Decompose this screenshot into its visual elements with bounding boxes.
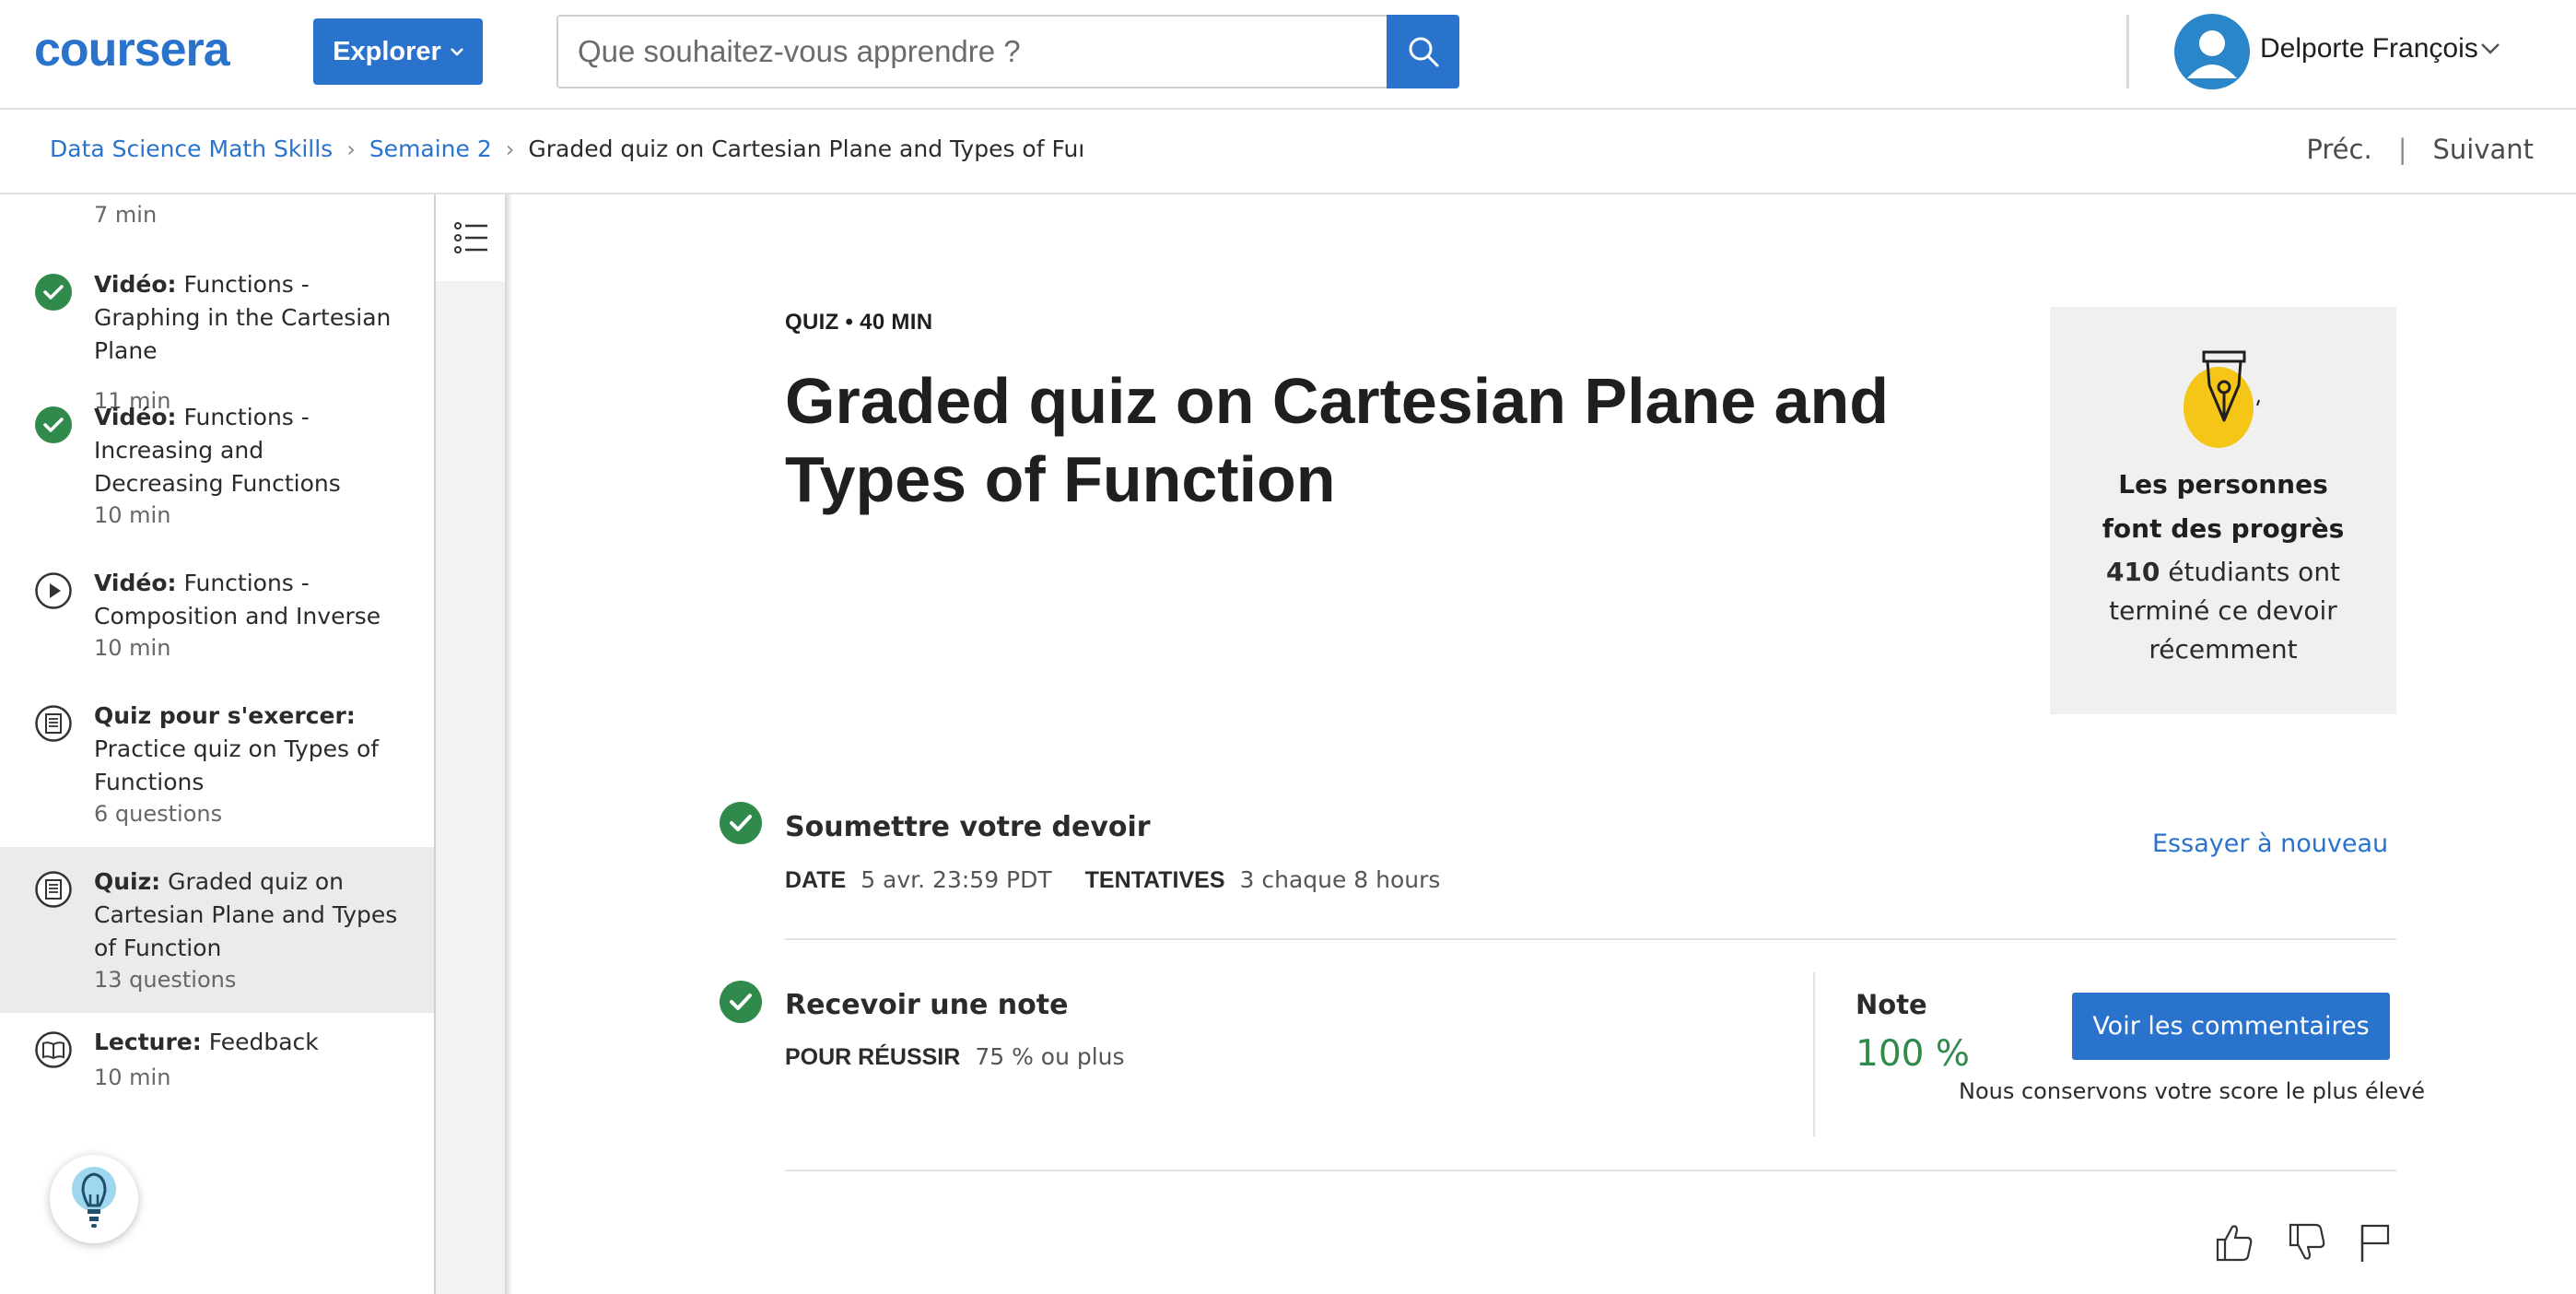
- sidebar-item-feedback[interactable]: Lecture: Feedback 10 min: [0, 1013, 434, 1112]
- submit-step-title: Soumettre votre devoir: [785, 811, 1151, 843]
- next-link[interactable]: Suivant: [2432, 134, 2534, 165]
- quiz-icon: [35, 871, 72, 908]
- reading-icon: [35, 1031, 72, 1068]
- progress-card: Les personnes font des progrès 410 étudi…: [2050, 307, 2396, 714]
- item-type: Vidéo:: [94, 404, 177, 430]
- grade-divider: [1813, 972, 1815, 1136]
- play-circle-icon: [35, 572, 72, 609]
- breadcrumb-bar: Data Science Math Skills › Semaine 2 › G…: [0, 110, 2576, 194]
- item-duration: 10 min: [94, 502, 171, 528]
- check-circle-icon: [720, 802, 762, 844]
- learner-count: 410: [2105, 557, 2160, 587]
- breadcrumb-current: Graded quiz on Cartesian Plane and Types…: [528, 135, 1083, 162]
- search-icon: [1409, 37, 1438, 67]
- toggle-outline-button[interactable]: [434, 194, 507, 281]
- view-feedback-button[interactable]: Voir les commentaires: [2072, 993, 2390, 1060]
- date-value: 5 avr. 23:59 PDT: [861, 866, 1052, 893]
- sidebar-item-practice-quiz[interactable]: Quiz pour s'exercer: Practice quiz on Ty…: [0, 681, 434, 847]
- check-circle-icon: [35, 274, 72, 311]
- submit-meta: DATE 5 avr. 23:59 PDT TENTATIVES 3 chaqu…: [785, 866, 1473, 894]
- list-icon: [453, 222, 487, 253]
- breadcrumb-week[interactable]: Semaine 2: [369, 135, 492, 162]
- item-type: Quiz:: [94, 868, 161, 895]
- user-name-menu[interactable]: Delporte François: [2260, 33, 2478, 65]
- progress-card-body: 410 étudiants ont terminé ce devoir réce…: [2050, 553, 2396, 669]
- top-header: coursera Explorer Delporte François: [0, 0, 2576, 110]
- content-shadow: [505, 194, 512, 1294]
- item-duration: 10 min: [94, 1065, 171, 1090]
- sidebar-item-composition[interactable]: Vidéo: Functions - Composition and Inver…: [0, 548, 434, 681]
- date-label: DATE: [785, 867, 847, 893]
- user-avatar-icon[interactable]: [2174, 14, 2250, 89]
- item-meta: 13 questions: [94, 967, 237, 993]
- sidebar-rail: [434, 194, 507, 1294]
- quiz-meta: QUIZ • 40 MIN: [785, 310, 933, 335]
- breadcrumb-separator: ›: [346, 135, 356, 162]
- item-meta: 6 questions: [94, 801, 223, 827]
- item-title: Practice quiz on Types of Functions: [94, 735, 380, 795]
- search-input[interactable]: [556, 15, 1387, 88]
- grade-step-title: Recevoir une note: [785, 989, 1069, 1021]
- item-navigation: Préc. | Suivant: [2306, 134, 2534, 165]
- retry-link[interactable]: Essayer à nouveau: [2152, 829, 2388, 858]
- item-duration: 10 min: [94, 635, 171, 661]
- help-lightbulb-button[interactable]: [50, 1155, 138, 1243]
- sidebar-item-graphing[interactable]: Vidéo: Functions - Graphing in the Carte…: [0, 250, 434, 414]
- item-title: Feedback: [201, 1029, 319, 1055]
- search-button[interactable]: [1387, 15, 1459, 88]
- grade-label: Note: [1856, 989, 1927, 1020]
- check-circle-icon: [35, 406, 72, 443]
- breadcrumb: Data Science Math Skills › Semaine 2 › G…: [50, 135, 1083, 162]
- item-type: Lecture:: [94, 1029, 202, 1055]
- breadcrumb-course[interactable]: Data Science Math Skills: [50, 135, 333, 162]
- lightbulb-icon: [72, 1167, 116, 1228]
- thumbs-up-icon[interactable]: [2214, 1221, 2254, 1264]
- sidebar-item-increasing[interactable]: Vidéo: Functions - Increasing and Decrea…: [0, 382, 434, 548]
- explore-button[interactable]: Explorer: [313, 18, 483, 85]
- course-sidebar: 7 min Vidéo: Functions - Graphing in the…: [0, 194, 434, 1294]
- flag-icon[interactable]: [2355, 1221, 2395, 1264]
- quiz-icon: [35, 705, 72, 742]
- grade-meta: POUR RÉUSSIR 75 % ou plus: [785, 1043, 1158, 1071]
- progress-card-title: Les personnes font des progrès: [2102, 469, 2345, 544]
- sidebar-item-graded-quiz[interactable]: Quiz: Graded quiz on Cartesian Plane and…: [0, 847, 434, 1013]
- breadcrumb-separator: ›: [505, 135, 515, 162]
- attempts-label: TENTATIVES: [1084, 867, 1225, 893]
- grade-value: 100 %: [1856, 1033, 1970, 1075]
- item-type: Vidéo:: [94, 271, 177, 298]
- highest-score-note: Nous conservons votre score le plus élev…: [1959, 1078, 2426, 1104]
- attempts-value: 3 chaque 8 hours: [1239, 866, 1441, 893]
- thumbs-down-icon[interactable]: [2287, 1221, 2327, 1264]
- item-type: Vidéo:: [94, 570, 177, 596]
- check-circle-icon: [720, 981, 762, 1023]
- chevron-down-icon[interactable]: [2480, 42, 2500, 55]
- pen-nib-icon: [2184, 350, 2260, 448]
- explore-label: Explorer: [333, 36, 441, 66]
- coursera-logo[interactable]: coursera: [34, 22, 230, 77]
- section-divider: [785, 1170, 2396, 1171]
- item-type: Quiz pour s'exercer:: [94, 702, 356, 729]
- pass-value: 75 % ou plus: [975, 1043, 1125, 1070]
- header-divider: [2126, 15, 2129, 88]
- nav-divider: |: [2397, 134, 2407, 165]
- item-duration: 7 min: [94, 202, 158, 228]
- chevron-down-icon: [450, 48, 463, 56]
- section-divider: [785, 938, 2396, 940]
- page-title: Graded quiz on Cartesian Plane and Types…: [785, 365, 1890, 515]
- search-bar: [556, 15, 1459, 88]
- pass-label: POUR RÉUSSIR: [785, 1044, 961, 1070]
- previous-link[interactable]: Préc.: [2306, 134, 2371, 165]
